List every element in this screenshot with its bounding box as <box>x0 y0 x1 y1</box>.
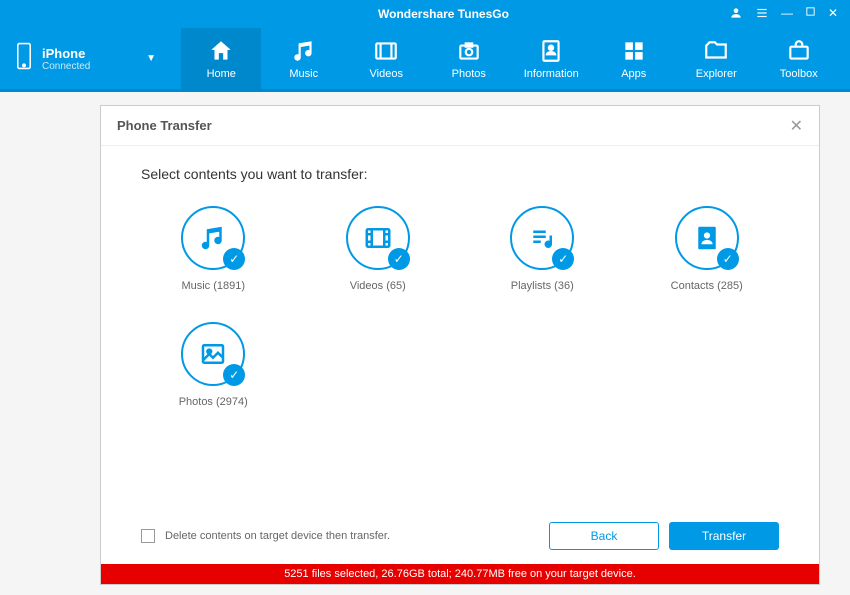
user-icon[interactable] <box>729 6 743 23</box>
toolbox-icon <box>786 38 812 64</box>
check-icon: ✓ <box>552 248 574 270</box>
music-icon <box>291 38 317 64</box>
transfer-button[interactable]: Transfer <box>669 522 779 550</box>
back-button[interactable]: Back <box>549 522 659 550</box>
item-label: Contacts (285) <box>671 280 743 292</box>
photos-icon <box>456 38 482 64</box>
nav-information[interactable]: Information <box>511 28 591 89</box>
music-icon <box>198 223 228 253</box>
photos-icon <box>198 339 228 369</box>
phone-icon <box>14 42 34 75</box>
menu-icon[interactable] <box>755 6 769 23</box>
nav-videos-label: Videos <box>370 68 403 80</box>
nav-music[interactable]: Music <box>264 28 344 89</box>
nav-apps[interactable]: Apps <box>594 28 674 89</box>
nav-information-label: Information <box>524 68 579 80</box>
nav-photos[interactable]: Photos <box>429 28 509 89</box>
explorer-icon <box>703 38 729 64</box>
nav-home[interactable]: Home <box>181 28 261 89</box>
check-icon: ✓ <box>223 248 245 270</box>
status-bar: 5251 files selected, 26.76GB total; 240.… <box>101 564 819 584</box>
transfer-item-contacts[interactable]: ✓ Contacts (285) <box>635 206 780 292</box>
modal-title: Phone Transfer <box>117 118 790 133</box>
playlists-icon <box>527 223 557 253</box>
nav-videos[interactable]: Videos <box>346 28 426 89</box>
device-name: iPhone <box>42 46 146 61</box>
check-icon: ✓ <box>223 364 245 386</box>
check-icon: ✓ <box>388 248 410 270</box>
item-label: Videos (65) <box>350 280 406 292</box>
nav-toolbox[interactable]: Toolbox <box>759 28 839 89</box>
nav-home-label: Home <box>207 68 236 80</box>
contacts-icon <box>692 223 722 253</box>
nav-music-label: Music <box>289 68 318 80</box>
nav-apps-label: Apps <box>621 68 646 80</box>
nav-photos-label: Photos <box>452 68 486 80</box>
delete-label: Delete contents on target device then tr… <box>165 530 539 542</box>
apps-icon <box>621 38 647 64</box>
device-selector[interactable]: iPhone Connected ▼ <box>0 28 170 89</box>
transfer-prompt: Select contents you want to transfer: <box>141 166 779 182</box>
title-bar: Wondershare TunesGo — ✕ <box>0 0 850 28</box>
videos-icon <box>373 38 399 64</box>
maximize-icon[interactable] <box>805 6 816 23</box>
videos-icon <box>363 223 393 253</box>
transfer-item-videos[interactable]: ✓ Videos (65) <box>306 206 451 292</box>
item-label: Music (1891) <box>181 280 245 292</box>
close-icon[interactable]: ✕ <box>790 116 803 136</box>
delete-checkbox[interactable] <box>141 529 155 543</box>
minimize-icon[interactable]: — <box>781 6 793 23</box>
item-label: Playlists (36) <box>511 280 574 292</box>
home-icon <box>208 38 234 64</box>
nav-explorer-label: Explorer <box>696 68 737 80</box>
close-icon[interactable]: ✕ <box>828 6 838 23</box>
window-title: Wondershare TunesGo <box>170 7 717 21</box>
phone-transfer-modal: Phone Transfer ✕ Select contents you wan… <box>100 105 820 585</box>
item-label: Photos (2974) <box>179 396 248 408</box>
toolbar: iPhone Connected ▼ Home Music Videos Pho… <box>0 28 850 92</box>
information-icon <box>538 38 564 64</box>
device-status: Connected <box>42 61 146 72</box>
nav-explorer[interactable]: Explorer <box>676 28 756 89</box>
transfer-item-playlists[interactable]: ✓ Playlists (36) <box>470 206 615 292</box>
nav-toolbox-label: Toolbox <box>780 68 818 80</box>
chevron-down-icon: ▼ <box>146 53 156 64</box>
transfer-item-photos[interactable]: ✓ Photos (2974) <box>141 322 286 408</box>
check-icon: ✓ <box>717 248 739 270</box>
transfer-item-music[interactable]: ✓ Music (1891) <box>141 206 286 292</box>
